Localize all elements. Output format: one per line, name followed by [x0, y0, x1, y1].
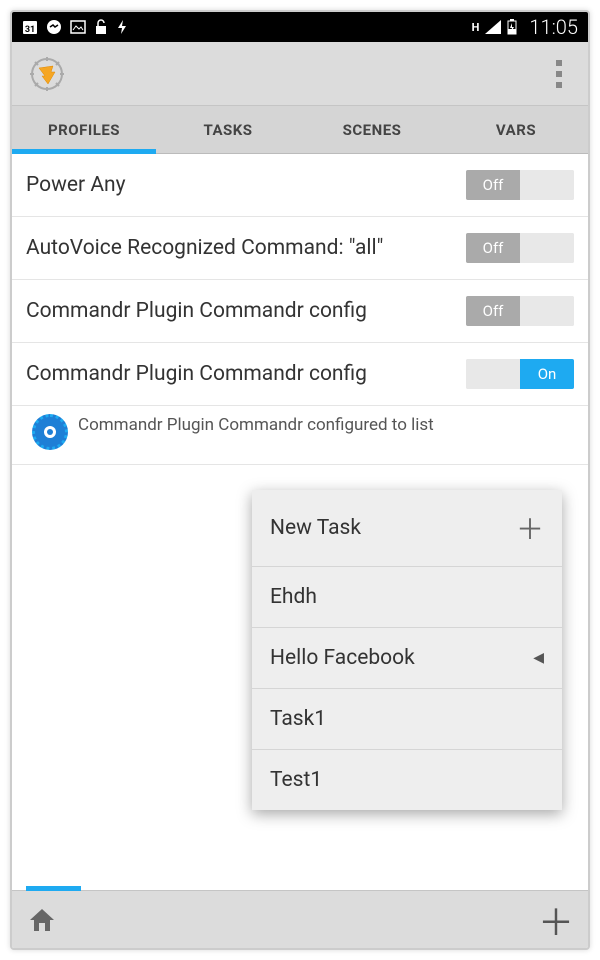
- tab-vars[interactable]: VARS: [444, 106, 588, 153]
- tab-profiles[interactable]: PROFILES: [12, 106, 156, 153]
- status-bar: 31 H 11:05: [12, 12, 588, 42]
- app-bar: [12, 42, 588, 106]
- profile-row[interactable]: AutoVoice Recognized Command: "all" Off …: [12, 217, 588, 280]
- profile-label: Commandr Plugin Commandr config: [26, 362, 466, 386]
- toggle-on-label: On: [520, 359, 574, 389]
- popup-item-label: Hello Facebook: [270, 646, 415, 670]
- toggle-off-label: Off: [466, 296, 520, 326]
- toggle-switch[interactable]: Off On: [466, 233, 574, 263]
- plus-icon: ＋: [516, 508, 544, 548]
- popup-item-label: Task1: [270, 707, 326, 731]
- toggle-switch[interactable]: Off On: [466, 296, 574, 326]
- network-type: H: [472, 21, 480, 34]
- profile-label: Commandr Plugin Commandr config: [26, 299, 466, 323]
- flash-icon: [116, 19, 128, 35]
- commandr-plugin-icon: [32, 414, 68, 450]
- messenger-icon: [46, 19, 62, 35]
- profile-detail-text: Commandr Plugin Commandr configured to l…: [78, 414, 434, 436]
- toggle-off-label: Off: [466, 359, 520, 389]
- bottom-indicator: [26, 886, 81, 891]
- popup-new-task[interactable]: New Task ＋: [252, 490, 562, 567]
- overflow-menu-button[interactable]: [544, 54, 574, 94]
- popup-item-label: Test1: [270, 768, 322, 792]
- popup-task-item[interactable]: Task1: [252, 689, 562, 750]
- calendar-icon: 31: [22, 19, 38, 35]
- profile-label: Power Any: [26, 173, 466, 197]
- popup-item-label: New Task: [270, 516, 361, 540]
- task-picker-popup: New Task ＋ Ehdh Hello Facebook ◀ Task1 T…: [252, 490, 562, 810]
- toggle-off-label: Off: [466, 170, 520, 200]
- profile-row[interactable]: Commandr Plugin Commandr config Off On: [12, 343, 588, 406]
- toggle-on-label: On: [520, 170, 574, 200]
- tab-label: PROFILES: [48, 121, 120, 139]
- unlock-icon: [94, 19, 108, 35]
- profile-row[interactable]: Power Any Off On: [12, 154, 588, 217]
- signal-icon: [485, 20, 501, 34]
- clock-time: 11:05: [529, 15, 578, 39]
- submenu-arrow-icon: ◀: [533, 650, 544, 666]
- bottom-toolbar: ＋: [12, 890, 588, 948]
- popup-task-item[interactable]: Test1: [252, 750, 562, 810]
- tab-tasks[interactable]: TASKS: [156, 106, 300, 153]
- popup-task-item[interactable]: Ehdh: [252, 567, 562, 628]
- tab-bar: PROFILES TASKS SCENES VARS: [12, 106, 588, 154]
- profile-detail-row[interactable]: Commandr Plugin Commandr configured to l…: [12, 406, 588, 465]
- svg-text:31: 31: [25, 25, 35, 35]
- tab-label: TASKS: [203, 121, 252, 139]
- tab-scenes[interactable]: SCENES: [300, 106, 444, 153]
- home-button[interactable]: [26, 904, 58, 936]
- tasker-app-icon: [26, 53, 68, 95]
- tab-label: VARS: [496, 121, 536, 139]
- battery-charging-icon: [507, 19, 517, 35]
- toggle-switch[interactable]: Off On: [466, 359, 574, 389]
- popup-task-item[interactable]: Hello Facebook ◀: [252, 628, 562, 689]
- add-button[interactable]: ＋: [538, 894, 574, 946]
- profile-row[interactable]: Commandr Plugin Commandr config Off On: [12, 280, 588, 343]
- profiles-list: Power Any Off On AutoVoice Recognized Co…: [12, 154, 588, 465]
- profile-label: AutoVoice Recognized Command: "all": [26, 236, 466, 260]
- toggle-on-label: On: [520, 296, 574, 326]
- image-icon: [70, 19, 86, 35]
- toggle-on-label: On: [520, 233, 574, 263]
- toggle-switch[interactable]: Off On: [466, 170, 574, 200]
- toggle-off-label: Off: [466, 233, 520, 263]
- tab-label: SCENES: [343, 121, 402, 139]
- popup-item-label: Ehdh: [270, 585, 317, 609]
